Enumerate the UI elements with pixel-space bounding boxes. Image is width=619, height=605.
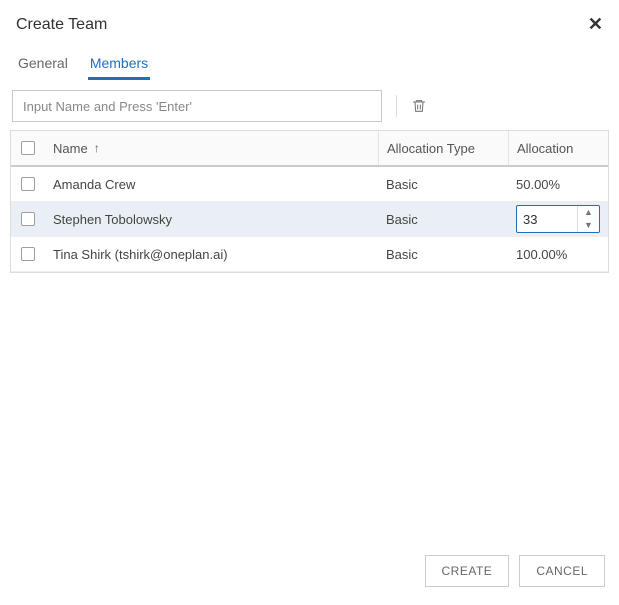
allocation-spinner: ▲▼	[577, 206, 599, 232]
spinner-up-icon[interactable]: ▲	[578, 206, 599, 219]
table-row[interactable]: Tina Shirk (tshirk@oneplan.ai)Basic100.0…	[11, 237, 608, 272]
cell-allocation-type: Basic	[378, 202, 508, 236]
cell-name: Amanda Crew	[45, 167, 378, 201]
column-header-name[interactable]: Name ↑	[45, 131, 378, 165]
table-header-row: Name ↑ Allocation Type Allocation	[11, 131, 608, 167]
allocation-input[interactable]	[517, 212, 567, 227]
modal-title: Create Team	[16, 16, 107, 34]
close-icon[interactable]: ✕	[588, 14, 603, 35]
modal-footer: CREATE CANCEL	[10, 545, 609, 595]
modal-header: Create Team ✕	[10, 14, 609, 41]
cell-allocation[interactable]: 100.00%	[508, 237, 608, 271]
delete-button[interactable]	[411, 98, 427, 114]
row-checkbox-cell	[11, 167, 45, 201]
create-team-modal: Create Team ✕ General Members Name ↑ All…	[0, 0, 619, 605]
select-all-cell	[11, 131, 45, 165]
cell-allocation[interactable]: ▲▼	[508, 202, 608, 236]
row-checkbox[interactable]	[21, 177, 35, 191]
row-checkbox-cell	[11, 237, 45, 271]
row-checkbox[interactable]	[21, 247, 35, 261]
table-body: Amanda CrewBasic50.00%Stephen Tobolowsky…	[11, 167, 608, 272]
cancel-button[interactable]: CANCEL	[519, 555, 605, 587]
column-header-allocation-label: Allocation	[517, 141, 573, 156]
tab-members[interactable]: Members	[88, 49, 150, 79]
allocation-editor: ▲▼	[516, 205, 600, 233]
create-button[interactable]: CREATE	[425, 555, 510, 587]
spinner-down-icon[interactable]: ▼	[578, 219, 599, 232]
table-row[interactable]: Amanda CrewBasic50.00%	[11, 167, 608, 202]
select-all-checkbox[interactable]	[21, 141, 35, 155]
cell-name: Tina Shirk (tshirk@oneplan.ai)	[45, 237, 378, 271]
member-name-input[interactable]	[12, 90, 382, 122]
cell-name: Stephen Tobolowsky	[45, 202, 378, 236]
toolbar-divider	[396, 95, 397, 117]
table-row[interactable]: Stephen TobolowskyBasic ▲▼	[11, 202, 608, 237]
column-header-allocation-type[interactable]: Allocation Type	[378, 131, 508, 165]
cell-allocation[interactable]: 50.00%	[508, 167, 608, 201]
trash-icon	[411, 98, 427, 114]
column-header-name-label: Name	[53, 141, 88, 156]
row-checkbox[interactable]	[21, 212, 35, 226]
column-header-allocation-type-label: Allocation Type	[387, 141, 475, 156]
members-table: Name ↑ Allocation Type Allocation Amanda…	[10, 130, 609, 273]
toolbar	[10, 80, 609, 130]
tab-general[interactable]: General	[16, 49, 70, 79]
sort-asc-icon: ↑	[94, 141, 100, 155]
tabs: General Members	[10, 41, 609, 80]
cell-allocation-type: Basic	[378, 237, 508, 271]
column-header-allocation[interactable]: Allocation	[508, 131, 608, 165]
cell-allocation-type: Basic	[378, 167, 508, 201]
row-checkbox-cell	[11, 202, 45, 236]
